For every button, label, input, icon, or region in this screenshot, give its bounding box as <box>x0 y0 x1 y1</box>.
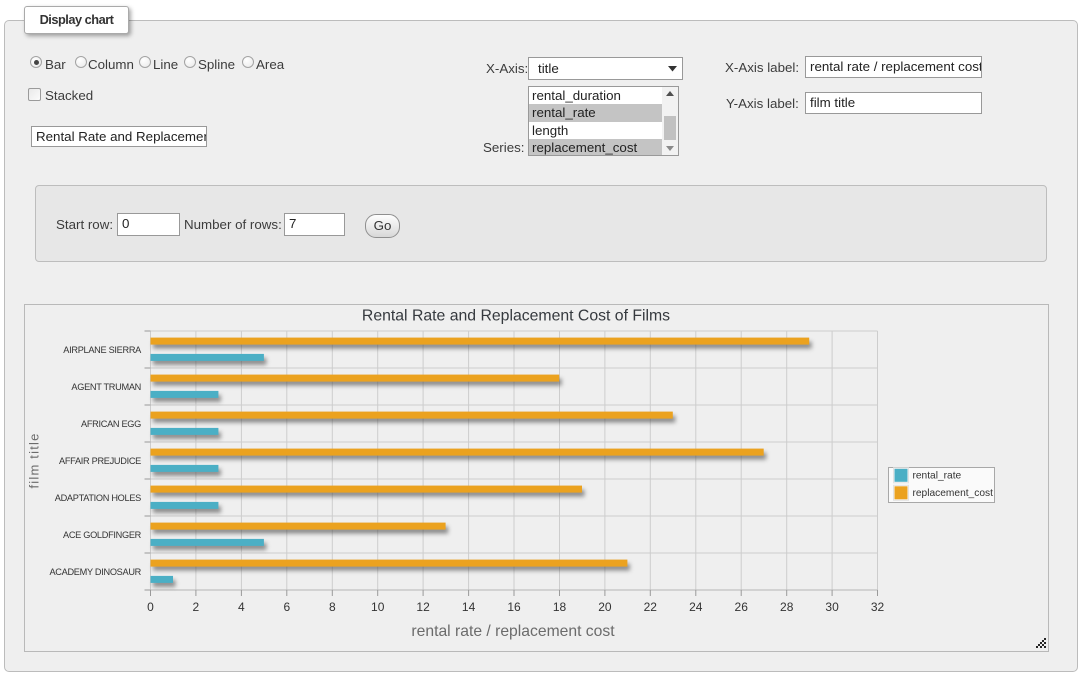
svg-text:replacement_cost: replacement_cost <box>913 488 994 499</box>
svg-text:ACE GOLDFINGER: ACE GOLDFINGER <box>63 530 142 540</box>
svg-text:AGENT TRUMAN: AGENT TRUMAN <box>71 382 141 392</box>
svg-text:24: 24 <box>689 600 703 614</box>
svg-text:film title: film title <box>27 432 42 488</box>
svg-text:16: 16 <box>507 600 521 614</box>
svg-text:18: 18 <box>553 600 567 614</box>
svg-text:4: 4 <box>238 600 245 614</box>
svg-text:32: 32 <box>871 600 885 614</box>
svg-text:ADAPTATION HOLES: ADAPTATION HOLES <box>55 493 141 503</box>
svg-text:8: 8 <box>329 600 336 614</box>
svg-text:AFFAIR PREJUDICE: AFFAIR PREJUDICE <box>59 456 141 466</box>
svg-text:12: 12 <box>416 600 430 614</box>
svg-text:0: 0 <box>147 600 154 614</box>
svg-text:28: 28 <box>780 600 794 614</box>
svg-text:22: 22 <box>644 600 658 614</box>
svg-text:rental rate / replacement cost: rental rate / replacement cost <box>411 623 615 640</box>
svg-text:30: 30 <box>825 600 839 614</box>
svg-text:20: 20 <box>598 600 612 614</box>
svg-text:AIRPLANE SIERRA: AIRPLANE SIERRA <box>63 345 142 355</box>
svg-text:AFRICAN EGG: AFRICAN EGG <box>81 419 141 429</box>
svg-text:14: 14 <box>462 600 476 614</box>
svg-text:ACADEMY DINOSAUR: ACADEMY DINOSAUR <box>49 567 141 577</box>
svg-text:6: 6 <box>283 600 290 614</box>
svg-text:2: 2 <box>193 600 200 614</box>
svg-text:10: 10 <box>371 600 385 614</box>
svg-text:26: 26 <box>735 600 749 614</box>
svg-text:Rental Rate and Replacement Co: Rental Rate and Replacement Cost of Film… <box>362 308 670 325</box>
svg-text:rental_rate: rental_rate <box>913 471 962 482</box>
